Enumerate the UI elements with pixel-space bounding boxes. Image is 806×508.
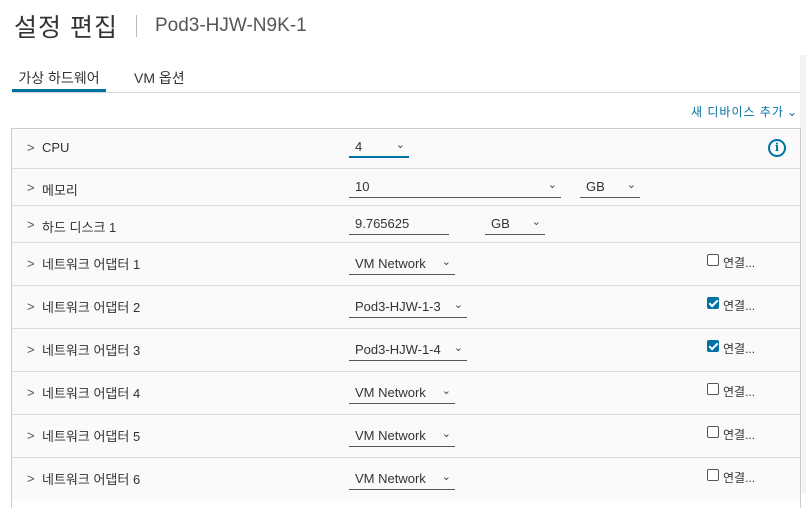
memory-label: 메모리 bbox=[42, 183, 78, 198]
network-adapter-label: 네트워크 어댑터 2 bbox=[42, 300, 141, 315]
chevron-down-icon: ⌄ bbox=[441, 385, 451, 397]
network-adapter-row: > 네트워크 어댑터 6 VM Network ⌄ 연결... bbox=[12, 458, 800, 501]
network-adapter-label: 네트워크 어댑터 3 bbox=[42, 343, 141, 358]
network-select[interactable]: Pod3-HJW-1-3 ⌄ bbox=[349, 298, 467, 318]
network-select[interactable]: VM Network ⌄ bbox=[349, 470, 455, 490]
chevron-down-icon: ⌄ bbox=[395, 139, 405, 151]
hard-disk-row: > 하드 디스크 1 9.765625 GB ⌄ bbox=[12, 206, 800, 243]
memory-unit: GB bbox=[586, 179, 605, 194]
network-value: Pod3-HJW-1-3 bbox=[355, 299, 441, 314]
chevron-down-icon: ⌄ bbox=[453, 299, 463, 311]
connect-label: 연결... bbox=[723, 299, 756, 313]
expand-chevron-icon[interactable]: > bbox=[27, 428, 35, 443]
connect-checkbox[interactable] bbox=[707, 340, 719, 352]
dialog-header: 설정 편집 Pod3-HJW-N9K-1 bbox=[14, 10, 307, 42]
chevron-down-icon: ⌄ bbox=[441, 471, 451, 483]
hardware-grid: > CPU 4 ⌄ i > 메모리 10 ⌄ GB ⌄ > 하드 디스크 1 9… bbox=[11, 128, 801, 508]
network-adapter-label: 네트워크 어댑터 1 bbox=[42, 257, 141, 272]
expand-chevron-icon[interactable]: > bbox=[27, 180, 35, 195]
connect-label: 연결... bbox=[723, 428, 756, 442]
chevron-down-icon: ⌄ bbox=[531, 216, 541, 228]
title-separator bbox=[135, 15, 137, 37]
cpu-row: > CPU 4 ⌄ i bbox=[12, 129, 800, 169]
expand-chevron-icon[interactable]: > bbox=[27, 140, 35, 155]
disk-size-value: 9.765625 bbox=[355, 216, 410, 231]
memory-value: 10 bbox=[355, 179, 370, 194]
chevron-down-icon: ⌄ bbox=[786, 104, 798, 119]
network-adapter-label: 네트워크 어댑터 5 bbox=[42, 429, 141, 444]
network-value: VM Network bbox=[355, 428, 426, 443]
tab-vm-options[interactable]: VM 옵션 bbox=[134, 64, 202, 92]
connect-checkbox[interactable] bbox=[707, 254, 719, 266]
cpu-label: CPU bbox=[42, 140, 70, 155]
network-adapter-row: > 네트워크 어댑터 4 VM Network ⌄ 연결... bbox=[12, 372, 800, 415]
info-icon[interactable]: i bbox=[768, 139, 786, 157]
memory-row: > 메모리 10 ⌄ GB ⌄ bbox=[12, 169, 800, 206]
expand-chevron-icon[interactable]: > bbox=[27, 471, 35, 486]
cpu-select[interactable]: 4 ⌄ bbox=[349, 138, 409, 158]
network-adapter-label: 네트워크 어댑터 6 bbox=[42, 472, 141, 487]
disk-unit-select[interactable]: GB ⌄ bbox=[485, 215, 545, 235]
network-adapter-row: > 네트워크 어댑터 2 Pod3-HJW-1-3 ⌄ 연결... bbox=[12, 286, 800, 329]
network-adapter-row: > 네트워크 어댑터 1 VM Network ⌄ 연결... bbox=[12, 243, 800, 286]
connect-checkbox[interactable] bbox=[707, 469, 719, 481]
memory-unit-select[interactable]: GB ⌄ bbox=[580, 178, 640, 198]
disk-size-input[interactable]: 9.765625 bbox=[349, 215, 449, 235]
expand-chevron-icon[interactable]: > bbox=[27, 299, 35, 314]
network-adapter-label: 네트워크 어댑터 4 bbox=[42, 386, 141, 401]
chevron-down-icon: ⌄ bbox=[547, 179, 557, 191]
network-adapter-row: > 네트워크 어댑터 3 Pod3-HJW-1-4 ⌄ 연결... bbox=[12, 329, 800, 372]
cpu-value: 4 bbox=[355, 139, 363, 154]
chevron-down-icon: ⌄ bbox=[626, 179, 636, 191]
network-value: Pod3-HJW-1-4 bbox=[355, 342, 441, 357]
add-device-label: 새 디바이스 추가 bbox=[690, 105, 784, 119]
tab-virtual-hardware[interactable]: 가상 하드웨어 bbox=[12, 64, 106, 92]
expand-chevron-icon[interactable]: > bbox=[27, 256, 35, 271]
network-adapter-row: > 네트워크 어댑터 5 VM Network ⌄ 연결... bbox=[12, 415, 800, 458]
connect-label: 연결... bbox=[723, 385, 756, 399]
chevron-down-icon: ⌄ bbox=[441, 428, 451, 440]
expand-chevron-icon[interactable]: > bbox=[27, 342, 35, 357]
chevron-down-icon: ⌄ bbox=[453, 342, 463, 354]
add-new-device-button[interactable]: 새 디바이스 추가 ⌄ bbox=[691, 103, 798, 120]
network-value: VM Network bbox=[355, 256, 426, 271]
network-value: VM Network bbox=[355, 385, 426, 400]
connect-label: 연결... bbox=[723, 256, 756, 270]
connect-label: 연결... bbox=[723, 471, 756, 485]
tab-bar: 가상 하드웨어 VM 옵션 bbox=[12, 64, 802, 93]
chevron-down-icon: ⌄ bbox=[441, 256, 451, 268]
connect-label: 연결... bbox=[723, 342, 756, 356]
hard-disk-label: 하드 디스크 1 bbox=[42, 220, 117, 235]
connect-checkbox[interactable] bbox=[707, 426, 719, 438]
network-select[interactable]: VM Network ⌄ bbox=[349, 384, 455, 404]
disk-unit: GB bbox=[491, 216, 510, 231]
connect-checkbox[interactable] bbox=[707, 297, 719, 309]
dialog-title: 설정 편집 bbox=[14, 14, 118, 42]
vm-name: Pod3-HJW-N9K-1 bbox=[154, 15, 307, 36]
network-select[interactable]: VM Network ⌄ bbox=[349, 427, 455, 447]
network-value: VM Network bbox=[355, 471, 426, 486]
expand-chevron-icon[interactable]: > bbox=[27, 385, 35, 400]
connect-checkbox[interactable] bbox=[707, 383, 719, 395]
network-select[interactable]: VM Network ⌄ bbox=[349, 255, 455, 275]
expand-chevron-icon[interactable]: > bbox=[27, 217, 35, 232]
network-select[interactable]: Pod3-HJW-1-4 ⌄ bbox=[349, 341, 467, 361]
memory-size-select[interactable]: 10 ⌄ bbox=[349, 178, 561, 198]
